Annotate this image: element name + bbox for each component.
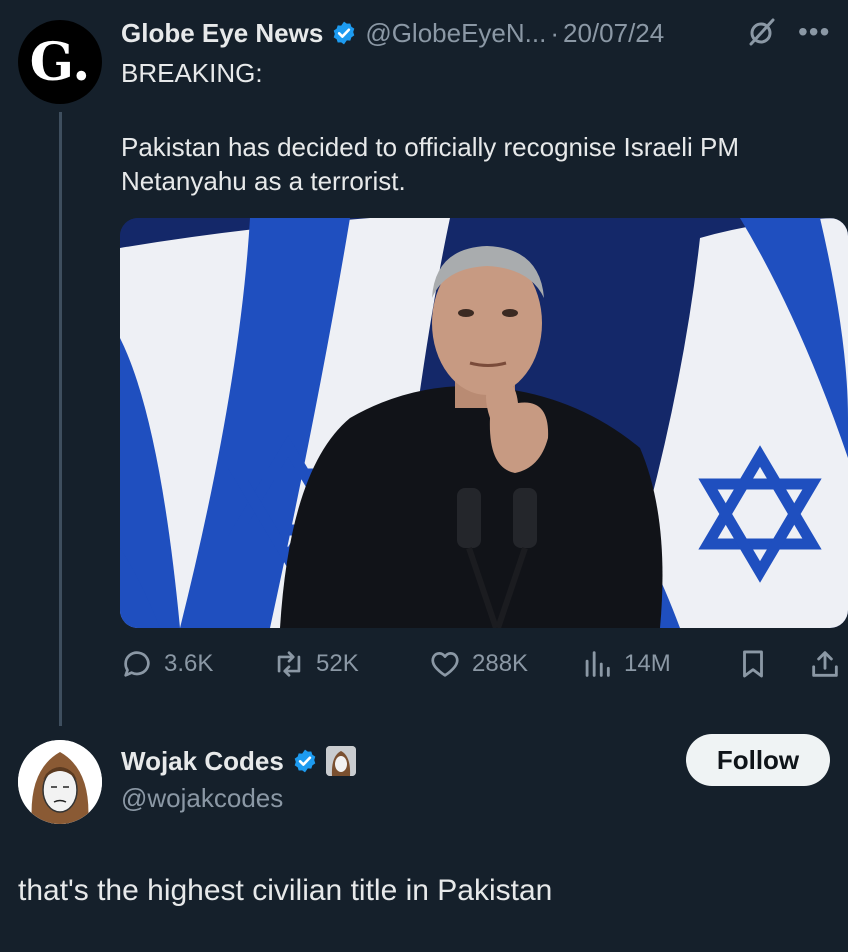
repost-button[interactable]: 52K	[272, 644, 359, 684]
reply-author-handle[interactable]: @wojakcodes	[121, 783, 283, 814]
repost-count: 52K	[316, 650, 359, 677]
tweet-breaking-label: BREAKING:	[121, 58, 263, 88]
reply-author-row: Wojak Codes	[121, 744, 356, 778]
views-icon	[585, 651, 610, 677]
follow-button[interactable]: Follow	[686, 734, 830, 786]
like-button[interactable]: 288K	[428, 644, 528, 684]
like-icon	[431, 652, 459, 677]
bookmark-icon	[743, 650, 763, 678]
globe-eye-avatar[interactable]: G.	[18, 20, 102, 104]
share-button[interactable]	[808, 644, 842, 684]
tweet-action-bar: 3.6K 52K 288K 14M	[120, 644, 848, 684]
reply-button[interactable]: 3.6K	[120, 644, 213, 684]
meta-separator: ·	[550, 17, 560, 48]
reply-count: 3.6K	[164, 650, 214, 677]
views-count: 14M	[624, 650, 671, 677]
tweet-date[interactable]: 20/07/24	[563, 18, 664, 49]
header-actions: •••	[746, 16, 830, 48]
affiliate-badge-icon	[325, 746, 356, 776]
grok-icon[interactable]	[746, 16, 778, 48]
author-name[interactable]: Globe Eye News	[121, 18, 323, 49]
reply-text: that's the highest civilian title in Pak…	[18, 874, 553, 907]
tweet-body: Pakistan has decided to officially recog…	[121, 132, 740, 196]
thread-connector-line	[59, 112, 62, 726]
verified-badge-icon	[334, 21, 355, 45]
like-count: 288K	[472, 650, 529, 677]
wojak-hooded-figure-icon	[18, 740, 102, 824]
wojak-avatar[interactable]	[18, 740, 102, 824]
repost-icon	[277, 651, 301, 677]
share-icon	[812, 651, 838, 677]
avatar-letter: G.	[29, 31, 91, 93]
more-icon[interactable]: •••	[798, 18, 830, 46]
reply-author-name[interactable]: Wojak Codes	[121, 746, 284, 777]
tweet-photo[interactable]	[120, 218, 848, 628]
photo-scene	[120, 218, 848, 628]
bookmark-button[interactable]	[736, 644, 770, 684]
author-handle[interactable]: @GlobeEyeN...	[365, 18, 546, 49]
reply-icon	[124, 651, 150, 677]
tweet-header: Globe Eye News @GlobeEyeN... · 20/07/24	[121, 16, 664, 50]
verified-badge-icon	[294, 749, 316, 773]
views-button[interactable]: 14M	[580, 644, 671, 684]
